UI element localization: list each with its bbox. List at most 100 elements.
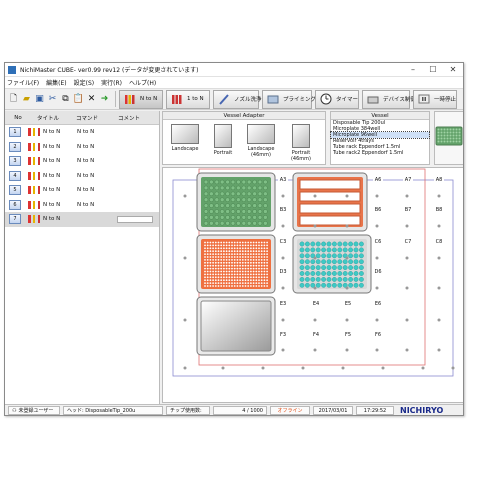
row-number-button[interactable]: 4	[9, 170, 21, 181]
save-icon[interactable]: ▣	[34, 94, 45, 105]
well	[310, 277, 316, 282]
deck-pin	[281, 286, 285, 290]
menu-bar: ファイル(F) 編集(E) 設定(S) 実行(R) ヘルプ(H)	[5, 77, 463, 88]
deck-canvas	[172, 168, 455, 377]
one-to-n-button[interactable]: 1 to N	[166, 89, 210, 109]
list-item[interactable]: 3 N to N N to N	[5, 154, 159, 169]
cut-icon[interactable]: ✂	[47, 94, 58, 105]
well	[241, 244, 244, 247]
adapter-landscape-46[interactable]: Landscape (46mm)	[243, 124, 279, 158]
well	[228, 259, 231, 261]
pipette-icon	[218, 93, 230, 105]
n-to-n-button[interactable]: N to N	[119, 89, 163, 109]
well	[230, 203, 236, 208]
well	[230, 209, 236, 214]
vessel-list-item[interactable]: Tube rack2 Eppendorf 1.5ml	[331, 150, 429, 156]
minimize-button[interactable]: –	[403, 63, 423, 77]
well	[228, 276, 231, 279]
well	[321, 265, 327, 271]
list-item[interactable]: 5 N to N N to N	[5, 183, 159, 198]
open-folder-icon[interactable]: ▰	[21, 94, 32, 105]
well	[214, 244, 217, 247]
empty-adapter[interactable]	[196, 296, 276, 356]
nozzle-wash-label: ノズル洗浄	[234, 97, 262, 103]
green-microplate[interactable]	[196, 172, 276, 232]
well	[255, 279, 258, 282]
orange-microplate[interactable]	[196, 234, 276, 294]
well	[250, 276, 252, 279]
well	[239, 244, 241, 247]
menu-help[interactable]: ヘルプ(H)	[129, 78, 156, 87]
timer-button[interactable]: タイマー	[315, 89, 359, 109]
well	[353, 265, 359, 271]
menu-run[interactable]: 実行(R)	[101, 78, 122, 87]
list-item[interactable]: 4 N to N N to N	[5, 169, 159, 184]
well	[209, 185, 214, 191]
well	[257, 209, 263, 214]
new-file-icon[interactable]: 🗋	[8, 94, 19, 105]
pause-button[interactable]: 一時停止	[413, 89, 457, 109]
priming-button[interactable]: プライミング	[262, 89, 316, 109]
row-number-button[interactable]: 7	[9, 214, 21, 225]
delete-icon[interactable]: ✕	[86, 94, 97, 105]
well	[255, 247, 258, 250]
reservoir-4trays[interactable]	[292, 172, 368, 232]
well	[220, 215, 225, 220]
slot-label: F5	[343, 331, 353, 339]
status-head: ヘッド: DisposableTip_200u	[63, 406, 163, 415]
well	[263, 241, 266, 244]
nozzle-wash-button[interactable]: ノズル洗浄	[213, 89, 262, 109]
copy-icon[interactable]: ⧉	[60, 94, 71, 105]
deck-pin	[183, 318, 187, 322]
well	[252, 256, 255, 258]
vessel-panel: Vessel Disposable Tip 200ul Microplate 38…	[330, 111, 430, 165]
well	[220, 209, 225, 214]
well	[342, 259, 348, 265]
menu-settings[interactable]: 設定(S)	[74, 78, 95, 87]
well	[247, 273, 250, 276]
well	[239, 241, 241, 244]
adapter-landscape[interactable]: Landscape	[167, 124, 203, 152]
well	[258, 241, 260, 244]
cyan-microplate[interactable]	[292, 234, 372, 294]
run-arrow-icon[interactable]: ➜	[99, 94, 110, 105]
adapter-portrait-icon	[214, 124, 232, 148]
maximize-button[interactable]: ☐	[423, 63, 443, 77]
well	[214, 279, 217, 282]
well	[250, 261, 252, 264]
well	[358, 247, 364, 253]
list-item[interactable]: 6 N to N N to N	[5, 198, 159, 213]
deck-pin	[437, 224, 441, 228]
list-item[interactable]: 1 N to N N to N	[5, 125, 159, 140]
device-control-button[interactable]: デバイス制御	[362, 89, 416, 109]
well	[250, 267, 252, 270]
menu-file[interactable]: ファイル(F)	[7, 78, 39, 87]
list-item[interactable]: 2 N to N N to N	[5, 140, 159, 155]
close-button[interactable]: ✕	[443, 63, 463, 77]
paste-icon[interactable]: 📋	[73, 94, 84, 105]
well	[209, 270, 212, 273]
well	[247, 264, 250, 267]
well	[223, 285, 225, 287]
adapter-portrait[interactable]: Portrait	[205, 124, 241, 156]
well	[440, 131, 443, 134]
well	[236, 267, 239, 270]
status-tip-label: チップ使用数:	[166, 406, 210, 415]
well	[353, 282, 359, 288]
row-number-button[interactable]: 1	[9, 127, 21, 138]
well	[220, 273, 223, 276]
row-number-button[interactable]: 6	[9, 199, 21, 210]
row-edit-box[interactable]	[117, 215, 153, 223]
row-number-button[interactable]: 5	[9, 185, 21, 196]
well	[244, 267, 247, 270]
row-number-button[interactable]: 3	[9, 156, 21, 167]
adapter-portrait-46[interactable]: Portrait (46mm)	[283, 124, 319, 162]
well	[266, 264, 268, 267]
list-item[interactable]: 7 N to N	[5, 212, 159, 227]
menu-edit[interactable]: 編集(E)	[46, 78, 66, 87]
well	[233, 285, 236, 287]
well	[239, 273, 241, 276]
row-number-button[interactable]: 2	[9, 141, 21, 152]
well	[214, 267, 217, 270]
well	[252, 270, 255, 273]
